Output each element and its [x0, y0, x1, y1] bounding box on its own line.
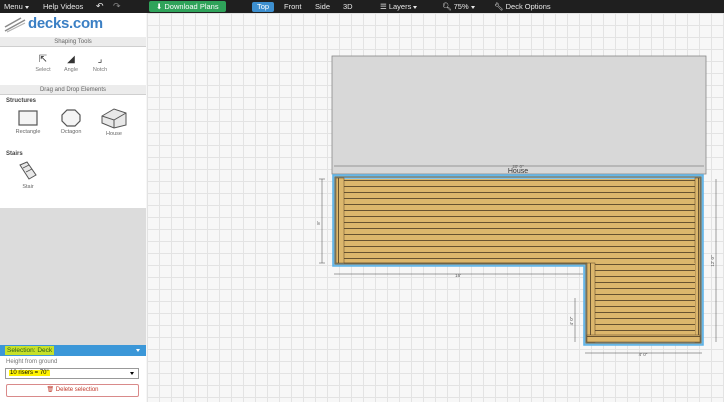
view-tab-3d[interactable]: 3D	[343, 0, 353, 13]
deck-options-button[interactable]: 🔧︎ Deck Options	[494, 0, 551, 13]
notch-icon: ⌟	[97, 54, 103, 65]
menu-button[interactable]: Menu	[4, 0, 29, 13]
element-house[interactable]: House	[98, 107, 130, 137]
download-label: Download Plans	[164, 2, 219, 11]
deck-boards	[344, 179, 695, 263]
dim-notch-bottom: 4' 0"	[639, 352, 648, 357]
tool-angle[interactable]: ◢ Angle	[58, 53, 84, 73]
layers-dropdown[interactable]: ☰ Layers	[380, 0, 418, 13]
height-value: 10 risers = 70"	[9, 370, 50, 376]
redo-icon[interactable]: ↷	[113, 0, 121, 13]
tool-select-label: Select	[35, 67, 51, 73]
selection-header[interactable]: Selection: Deck	[0, 345, 146, 356]
tool-select[interactable]: ⇱ Select	[30, 53, 56, 73]
view-tab-top[interactable]: Top	[252, 1, 275, 12]
shaping-tools-panel: ⇱ Select ◢ Angle ⌟ Notch	[0, 47, 146, 85]
design-canvas[interactable]: 20' 0" House 8' 16' 12' 0" 4' 0" 4' 0"	[147, 13, 724, 402]
deck-options-label: Deck Options	[505, 2, 551, 11]
top-toolbar: Menu Help Videos ↶ ↷ ⬇ Download Plans To…	[0, 0, 724, 13]
trash-icon: 🗑︎	[46, 387, 56, 393]
deck-logo-icon	[4, 17, 26, 33]
logo: decks.com	[0, 13, 146, 37]
element-rectangle[interactable]: Rectangle	[12, 109, 44, 135]
logo-text: decks.com	[28, 15, 103, 32]
element-octagon-label: Octagon	[60, 129, 82, 135]
sidebar-empty-area	[0, 208, 146, 345]
element-octagon[interactable]: Octagon	[55, 109, 87, 135]
delete-label: Delete selection	[55, 387, 99, 393]
dim-bottom: 16'	[455, 273, 461, 278]
selection-properties: Height from ground 10 risers = 70" 🗑︎ De…	[0, 356, 146, 402]
tool-notch[interactable]: ⌟ Notch	[87, 53, 113, 73]
tool-angle-label: Angle	[63, 67, 79, 73]
angle-icon: ◢	[67, 54, 75, 65]
tool-notch-label: Notch	[92, 67, 108, 73]
menu-label: Menu	[4, 2, 23, 11]
help-videos-link[interactable]: Help Videos	[43, 0, 83, 13]
select-cursor-icon: ⇱	[38, 54, 48, 65]
chevron-down-icon	[24, 5, 29, 9]
element-stair[interactable]: Stair	[12, 160, 44, 190]
octagon-icon	[61, 109, 81, 127]
house-label: House	[508, 168, 528, 175]
stairs-label: Stairs	[6, 151, 23, 157]
element-stair-label: Stair	[22, 184, 34, 190]
stair-icon	[19, 161, 37, 180]
chevron-down-icon	[470, 5, 475, 9]
dim-left: 8'	[316, 221, 321, 225]
chevron-down-icon	[136, 349, 140, 352]
view-tab-side[interactable]: Side	[315, 0, 330, 13]
element-rectangle-label: Rectangle	[15, 129, 41, 135]
height-select[interactable]: 10 risers = 70"	[5, 368, 139, 379]
house-icon	[101, 108, 127, 129]
drag-drop-title: Drag and Drop Elements	[0, 85, 146, 95]
wrench-icon: 🔧︎	[494, 2, 506, 11]
undo-icon[interactable]: ↶	[96, 0, 104, 13]
rectangle-icon	[18, 110, 38, 126]
download-plans-button[interactable]: ⬇ Download Plans	[149, 1, 226, 12]
zoom-dropdown[interactable]: 🔍︎ 75%	[442, 0, 475, 13]
selection-title: Selection: Deck	[5, 346, 55, 355]
dim-notch-side: 4' 0"	[569, 316, 574, 325]
zoom-icon: 🔍︎	[442, 2, 454, 11]
chevron-down-icon	[413, 5, 418, 9]
height-label: Height from ground	[6, 359, 58, 365]
zoom-label: 75%	[453, 2, 469, 11]
sidebar: decks.com Shaping Tools ⇱ Select ◢ Angle…	[0, 13, 146, 402]
elements-panel: Structures Rectangle Octagon House Stair…	[0, 95, 146, 208]
shaping-tools-title: Shaping Tools	[0, 37, 146, 47]
deck-plan[interactable]: 20' 0" House 8' 16' 12' 0" 4' 0" 4' 0"	[147, 13, 724, 402]
layers-label: Layers	[388, 2, 412, 11]
structures-label: Structures	[6, 98, 37, 104]
house-structure[interactable]	[331, 55, 707, 175]
view-tab-front[interactable]: Front	[284, 0, 302, 13]
dim-right: 12' 0"	[710, 255, 715, 267]
delete-selection-button[interactable]: 🗑︎ Delete selection	[6, 384, 139, 397]
chevron-down-icon	[130, 372, 134, 375]
layers-icon: ☰	[380, 2, 389, 11]
element-house-label: House	[106, 131, 122, 137]
